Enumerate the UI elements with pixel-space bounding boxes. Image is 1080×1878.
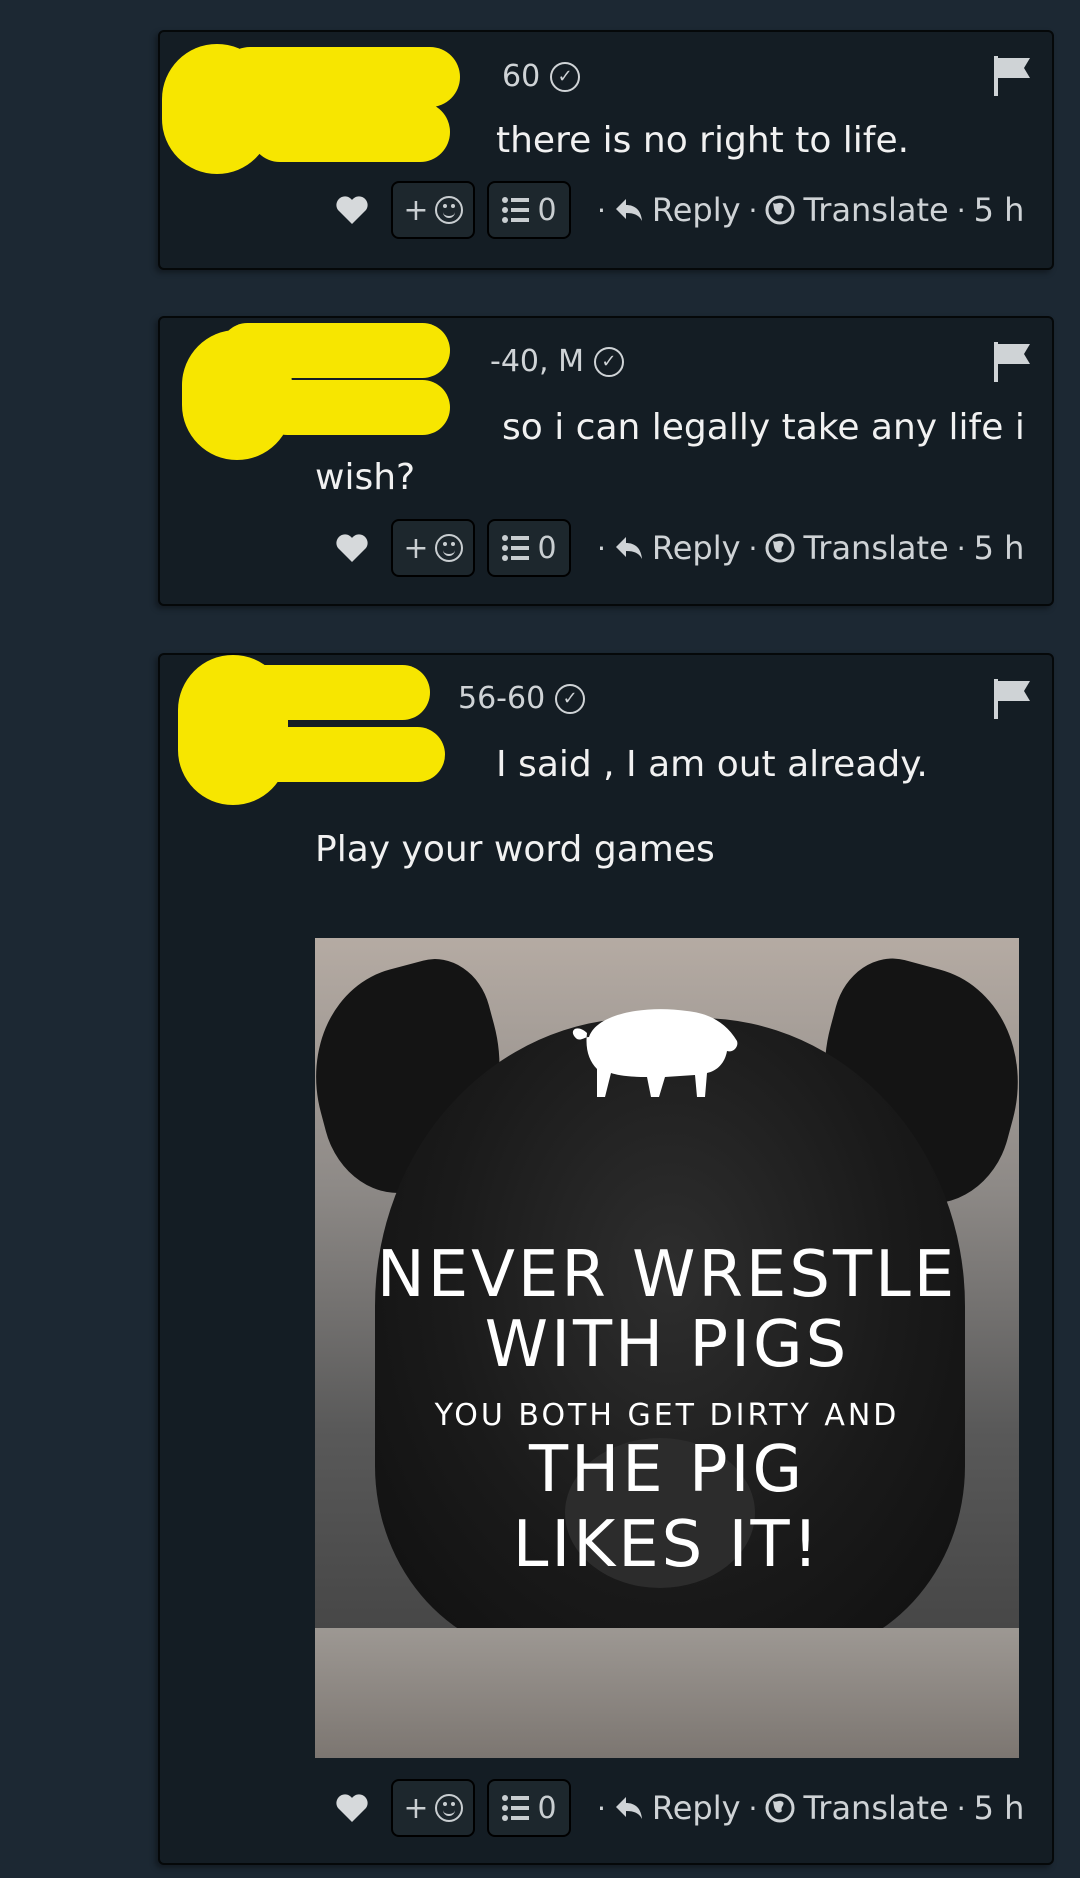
comment-text-line1: I said , I am out already. xyxy=(496,744,928,785)
reply-link[interactable]: Reply xyxy=(652,1789,741,1827)
emoji-icon xyxy=(434,196,463,224)
comment-text-line2: Play your word games xyxy=(315,829,715,870)
list-icon xyxy=(502,1795,530,1821)
globe-icon xyxy=(765,1793,795,1823)
timestamp: 5 h xyxy=(973,1789,1025,1827)
comment-actions: + 0 · Reply · Translate · 5 h xyxy=(335,180,1024,240)
meme-line-1: NEVER WRESTLE xyxy=(376,1238,958,1312)
list-count-button[interactable]: 0 xyxy=(487,1779,571,1837)
comment-actions: + 0 · Reply · Translate · 5 h xyxy=(335,1778,1024,1838)
flag-icon[interactable] xyxy=(990,677,1034,721)
translate-link[interactable]: Translate xyxy=(803,191,948,229)
add-reaction-button[interactable]: + xyxy=(391,1779,475,1837)
comment-meta: -40, M ✓ xyxy=(490,344,624,379)
redaction-mark xyxy=(220,323,450,378)
username-suffix: 60 xyxy=(502,59,541,94)
username-suffix: -40, M xyxy=(490,344,584,379)
emoji-icon xyxy=(434,1794,463,1822)
meme-line-4: THE PIG xyxy=(528,1433,806,1507)
verified-check-icon: ✓ xyxy=(555,683,586,714)
comment-text-line2: wish? xyxy=(315,457,416,498)
verified-check-icon: ✓ xyxy=(550,61,581,92)
list-icon xyxy=(502,197,530,223)
reply-link[interactable]: Reply xyxy=(652,191,741,229)
reply-link[interactable]: Reply xyxy=(652,529,741,567)
list-count-button[interactable]: 0 xyxy=(487,519,571,577)
globe-icon xyxy=(765,533,795,563)
redaction-mark xyxy=(245,727,445,782)
meta-actions: · Reply · Translate · 5 h xyxy=(597,1789,1025,1827)
reply-arrow-icon xyxy=(615,537,642,559)
comment-card: 56-60 ✓ I said , I am out already. Play … xyxy=(158,653,1054,1865)
emoji-icon xyxy=(434,534,463,562)
comment-meta: 56-60 ✓ xyxy=(458,681,586,716)
meme-image[interactable]: NEVER WRESTLE WITH PIGS YOU BOTH GET DIR… xyxy=(315,938,1019,1758)
reply-arrow-icon xyxy=(615,199,642,221)
add-reaction-button[interactable]: + xyxy=(391,181,475,239)
pig-icon xyxy=(572,1009,738,1097)
meme-line-5: LIKES IT! xyxy=(512,1508,822,1582)
translate-link[interactable]: Translate xyxy=(803,529,948,567)
meme-line-2: WITH PIGS xyxy=(484,1308,850,1382)
meme-line-3: YOU BOTH GET DIRTY AND xyxy=(434,1398,900,1433)
heart-icon[interactable] xyxy=(335,1793,369,1823)
comment-meta: 60 ✓ xyxy=(502,59,581,94)
heart-icon[interactable] xyxy=(335,533,369,563)
redaction-mark xyxy=(220,47,460,107)
comment-card: -40, M ✓ so i can legally take any life … xyxy=(158,316,1054,606)
verified-check-icon: ✓ xyxy=(593,346,624,377)
username-suffix: 56-60 xyxy=(458,681,546,716)
redaction-mark xyxy=(250,102,450,162)
meta-actions: · Reply · Translate · 5 h xyxy=(597,529,1025,567)
comment-text-line1: so i can legally take any life i xyxy=(502,407,1025,448)
meta-actions: · Reply · Translate · 5 h xyxy=(597,191,1025,229)
redaction-mark xyxy=(220,665,430,720)
reply-arrow-icon xyxy=(615,1797,642,1819)
comment-actions: + 0 · Reply · Translate · 5 h xyxy=(335,518,1024,578)
comment-card: 60 ✓ there is no right to life. + 0 · Re… xyxy=(158,30,1054,270)
flag-icon[interactable] xyxy=(990,54,1034,98)
list-icon xyxy=(502,535,530,561)
flag-icon[interactable] xyxy=(990,340,1034,384)
heart-icon[interactable] xyxy=(335,195,369,225)
globe-icon xyxy=(765,195,795,225)
redaction-mark xyxy=(260,380,450,435)
translate-link[interactable]: Translate xyxy=(803,1789,948,1827)
timestamp: 5 h xyxy=(973,529,1025,567)
comment-text: there is no right to life. xyxy=(496,120,910,161)
list-count-button[interactable]: 0 xyxy=(487,181,571,239)
add-reaction-button[interactable]: + xyxy=(391,519,475,577)
timestamp: 5 h xyxy=(973,191,1025,229)
